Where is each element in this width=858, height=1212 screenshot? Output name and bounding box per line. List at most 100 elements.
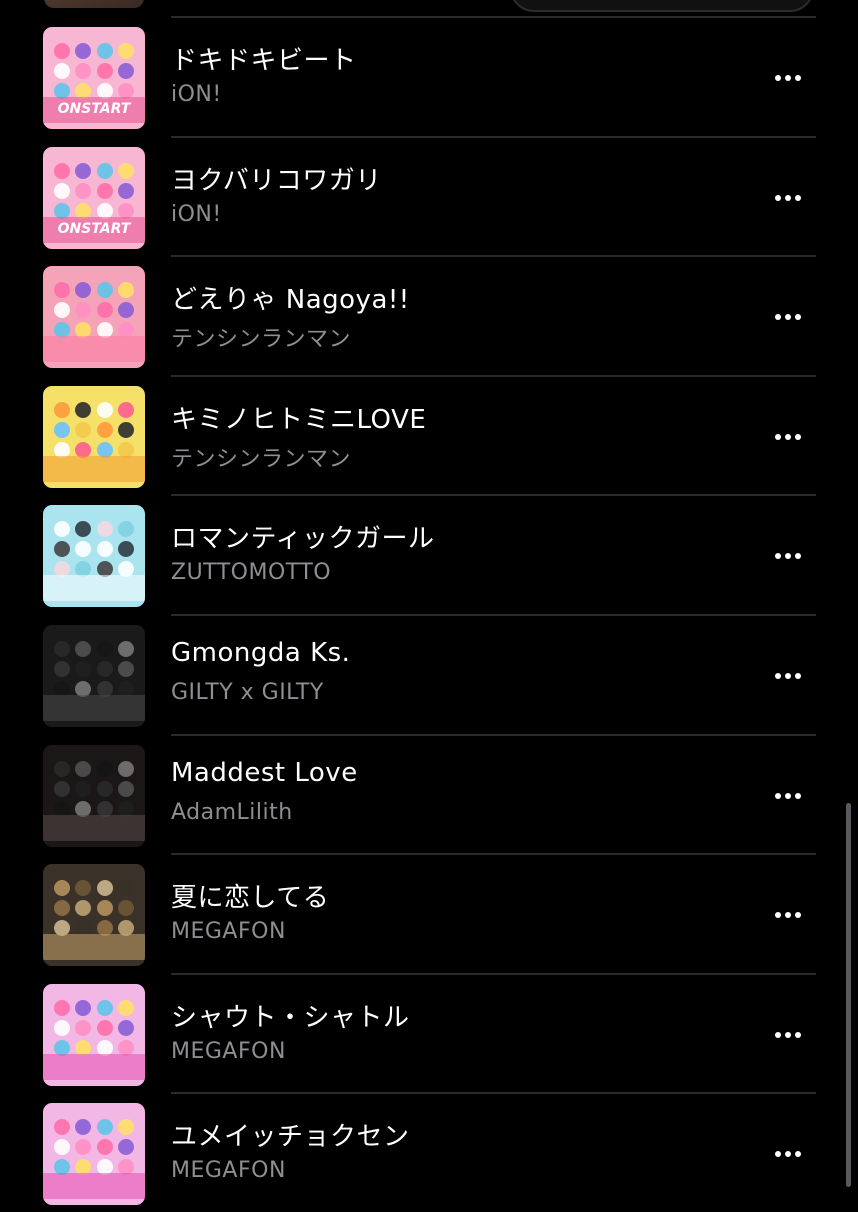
- more-dot: [785, 194, 791, 201]
- album-art-band: [43, 814, 145, 841]
- song-title: Gmongda Ks.: [171, 637, 351, 668]
- more-dot: [785, 912, 791, 919]
- more-dot: [785, 314, 791, 321]
- more-options-icon[interactable]: [768, 1142, 808, 1166]
- song-list: ONSTART ドキドキビート iON! ONSTART ヨクバリコワガリ iON! どえり…: [0, 16, 858, 1212]
- song-row[interactable]: キミノヒトミニLOVE テンシンランマン: [0, 374, 858, 495]
- more-options-icon[interactable]: [768, 425, 808, 449]
- album-art-band: [43, 575, 145, 602]
- more-dot: [795, 672, 801, 679]
- album-art-band: [43, 336, 145, 363]
- row-separator: [171, 1092, 816, 1095]
- album-art-figures: [51, 878, 137, 938]
- album-art-band: [43, 1173, 145, 1200]
- more-options-icon[interactable]: [768, 66, 808, 90]
- more-dot: [795, 792, 801, 799]
- song-row[interactable]: Maddest Love AdamLilith: [0, 733, 858, 854]
- more-dot: [795, 553, 801, 560]
- album-art-band: [43, 455, 145, 482]
- more-dot: [775, 792, 781, 799]
- album-art: [43, 864, 145, 967]
- album-art-caption: ONSTART: [57, 220, 131, 237]
- song-row[interactable]: Gmongda Ks. GILTY x GILTY: [0, 613, 858, 734]
- album-art: ONSTART: [43, 146, 145, 249]
- album-art: [43, 385, 145, 488]
- more-dot: [795, 1031, 801, 1038]
- more-dot: [775, 194, 781, 201]
- song-artist: MEGAFON: [171, 919, 286, 945]
- album-art: [43, 1103, 145, 1206]
- mini-player-partial[interactable]: [510, 0, 814, 12]
- album-art-figures: [51, 41, 137, 101]
- more-dot: [775, 75, 781, 81]
- song-row[interactable]: ONSTART ドキドキビート iON!: [0, 16, 858, 136]
- album-art-band: [43, 934, 145, 961]
- more-dot: [795, 912, 801, 919]
- more-options-icon[interactable]: [768, 305, 808, 329]
- more-dot: [785, 553, 791, 560]
- more-options-icon[interactable]: [768, 544, 808, 568]
- more-options-icon[interactable]: [768, 784, 808, 808]
- more-dot: [795, 1151, 801, 1158]
- song-artist: MEGAFON: [171, 1158, 286, 1184]
- row-separator: [171, 255, 816, 258]
- song-artist: テンシンランマン: [171, 446, 352, 472]
- previous-row-partial: [0, 0, 858, 16]
- song-artist: iON!: [171, 201, 222, 227]
- album-art-figures: [51, 759, 137, 819]
- more-options-icon[interactable]: [768, 1023, 808, 1047]
- row-separator: [171, 135, 816, 138]
- more-options-icon[interactable]: [768, 664, 808, 688]
- album-art-figures: [51, 161, 137, 221]
- song-title: どえりゃ Nagoya!!: [171, 285, 410, 316]
- song-title: シャウト・シャトル: [171, 1002, 410, 1033]
- song-artist: AdamLilith: [171, 799, 293, 825]
- more-dot: [775, 553, 781, 560]
- song-row[interactable]: 夏に恋してる MEGAFON: [0, 853, 858, 973]
- more-dot: [785, 672, 791, 679]
- song-title: 夏に恋してる: [171, 883, 330, 914]
- row-separator: [171, 16, 816, 18]
- album-art: [43, 983, 145, 1086]
- album-art-partial: [44, 0, 144, 8]
- song-row[interactable]: どえりゃ Nagoya!! テンシンランマン: [0, 255, 858, 375]
- more-dot: [795, 194, 801, 201]
- song-artist: テンシンランマン: [171, 327, 352, 353]
- album-art-figures: [51, 280, 137, 340]
- more-dot: [785, 1151, 791, 1158]
- more-options-icon[interactable]: [768, 903, 808, 927]
- scrollbar[interactable]: [846, 803, 851, 1187]
- song-row[interactable]: ロマンティックガール ZUTTOMOTTO: [0, 494, 858, 614]
- album-art-figures: [51, 1117, 137, 1177]
- album-art: ONSTART: [43, 27, 145, 129]
- album-art-figures: [51, 639, 137, 699]
- song-title: ロマンティックガール: [171, 524, 435, 555]
- album-art-band: [43, 1053, 145, 1080]
- song-title: ヨクバリコワガリ: [171, 165, 382, 196]
- song-artist: ZUTTOMOTTO: [171, 560, 332, 586]
- song-artist: MEGAFON: [171, 1038, 286, 1064]
- song-row[interactable]: ユメイッチョクセン MEGAFON: [0, 1092, 858, 1212]
- song-title: キミノヒトミニLOVE: [171, 404, 427, 435]
- album-art-caption: ONSTART: [57, 101, 131, 117]
- album-art: [43, 744, 145, 847]
- row-separator: [171, 972, 816, 975]
- more-dot: [795, 314, 801, 321]
- album-art: [43, 505, 145, 608]
- row-separator: [171, 613, 816, 616]
- album-art-figures: [51, 519, 137, 579]
- more-dot: [785, 433, 791, 440]
- more-dot: [775, 433, 781, 440]
- song-title: Maddest Love: [171, 757, 358, 788]
- song-row[interactable]: ONSTART ヨクバリコワガリ iON!: [0, 135, 858, 256]
- more-dot: [775, 314, 781, 321]
- song-title: ドキドキビート: [171, 46, 357, 76]
- more-options-icon[interactable]: [768, 186, 808, 210]
- album-art-band: [43, 694, 145, 721]
- more-dot: [775, 1151, 781, 1158]
- song-row[interactable]: シャウト・シャトル MEGAFON: [0, 972, 858, 1093]
- song-artist: GILTY x GILTY: [171, 679, 324, 705]
- row-separator: [171, 374, 816, 377]
- more-dot: [775, 672, 781, 679]
- album-art: [43, 266, 145, 369]
